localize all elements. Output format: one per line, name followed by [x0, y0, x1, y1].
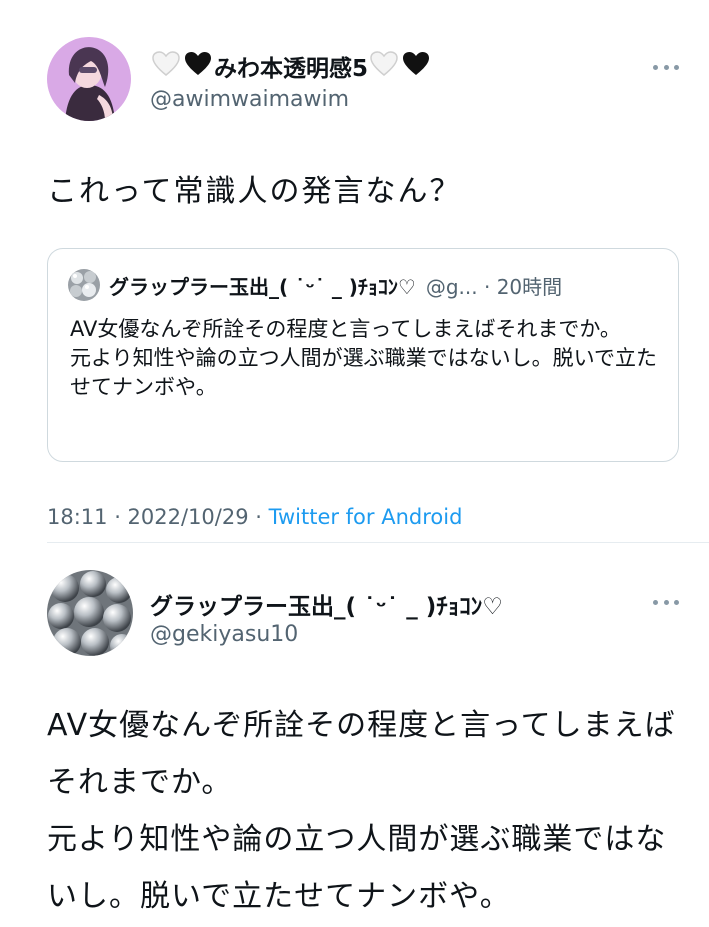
- more-options-icon[interactable]: [653, 598, 679, 606]
- reply-author-handle[interactable]: @gekiyasu10: [150, 622, 298, 647]
- black-heart-icon: [401, 50, 431, 83]
- quoted-tweet-card[interactable]: グラップラー玉出_( ˙ᵕ˙ _ )ﾁｮｺﾝ♡ @g... · 20時間 AV女…: [47, 248, 679, 462]
- author-display-name-row[interactable]: みわ本透明感5: [150, 48, 432, 84]
- quoted-tweet-header: グラップラー玉出_( ˙ᵕ˙ _ )ﾁｮｺﾝ♡ @g... · 20時間: [68, 269, 562, 301]
- reply-tweet-text: AV女優なんぞ所詮その程度と言ってしまえばそれまでか。 元より知性や論の立つ人間…: [47, 708, 676, 914]
- tweet-screenshot: みわ本透明感5 @awimwaimawim これって常識人の発言なん？ グラップ…: [0, 0, 709, 927]
- author-display-name: みわ本透明感5: [214, 56, 369, 82]
- divider: [47, 542, 709, 543]
- avatar[interactable]: [47, 37, 131, 121]
- tweet-timestamp[interactable]: 18:11 · 2022/10/29 ·: [47, 505, 269, 529]
- black-heart-icon: [183, 50, 213, 83]
- reply-author-display-name: グラップラー玉出_( ˙ᵕ˙ _ )ﾁｮｺﾝ♡: [150, 594, 503, 620]
- quoted-avatar: [68, 269, 100, 301]
- author-handle[interactable]: @awimwaimawim: [150, 87, 349, 112]
- quoted-handle-time: @g... · 20時間: [425, 274, 563, 299]
- tweet-timestamp-row: 18:11 · 2022/10/29 · Twitter for Android: [47, 505, 462, 529]
- tweet-text: これって常識人の発言なん？: [47, 174, 462, 209]
- avatar[interactable]: [47, 570, 133, 656]
- white-heart-icon: [151, 50, 181, 83]
- white-heart-icon: [369, 50, 399, 83]
- more-options-icon[interactable]: [653, 63, 679, 71]
- tweet-source-link[interactable]: Twitter for Android: [269, 505, 463, 529]
- quoted-tweet-text: AV女優なんぞ所詮その程度と言ってしまえばそれまでか。 元より知性や論の立つ人間…: [70, 317, 657, 399]
- reply-author-display-name-row[interactable]: グラップラー玉出_( ˙ᵕ˙ _ )ﾁｮｺﾝ♡: [150, 586, 503, 622]
- quoted-display-name: グラップラー玉出_( ˙ᵕ˙ _ )ﾁｮｺﾝ♡: [109, 274, 416, 299]
